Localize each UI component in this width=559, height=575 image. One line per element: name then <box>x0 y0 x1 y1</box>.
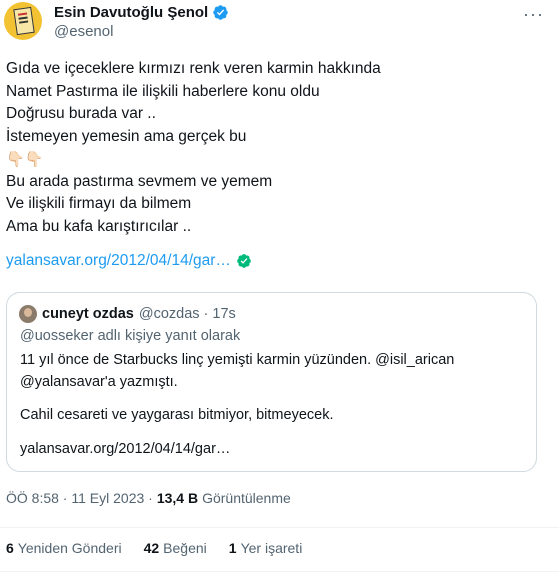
more-horizontal-icon[interactable]: ··· <box>523 4 544 25</box>
pointing-down-emoji: 👇🏻👇🏻 <box>6 148 546 171</box>
quoted-handle-time: @cozdas · 17s <box>138 306 236 322</box>
quoted-line: @yalansavar'a yazmıştı. <box>20 373 178 390</box>
likes-label: Beğeni <box>163 540 207 556</box>
bookmarks-stat[interactable]: 1 Yer işareti <box>229 540 303 556</box>
tweet-link[interactable]: yalansavar.org/2012/04/14/gar… <box>6 250 231 273</box>
divider <box>0 571 559 572</box>
pointing-down-icon: 👇🏻👇🏻 <box>6 150 44 168</box>
quoted-author-name[interactable]: cuneyt ozdas <box>42 306 134 322</box>
verified-badge-icon <box>213 4 228 20</box>
retweets-count: 6 <box>6 540 14 556</box>
quoted-link: yalansavar.org/2012/04/14/gar… <box>20 440 231 457</box>
retweets-label: Yeniden Gönderi <box>17 540 122 556</box>
engagement-stats: 6 Yeniden Gönderi 42 Beğeni 1 Yer işareti <box>6 540 302 556</box>
author-avatar[interactable] <box>4 2 42 40</box>
likes-count: 42 <box>143 540 160 556</box>
tweet-header: Esin Davutoğlu Şenol @esenol ··· <box>4 2 554 44</box>
safe-check-icon <box>237 254 251 269</box>
book-cover-image <box>13 6 35 36</box>
quoted-line: 11 yıl önce de Starbucks linç yemişti ka… <box>20 352 455 368</box>
tweet-line: Namet Pastırma ile ilişkili haberlere ko… <box>6 82 320 100</box>
author-name[interactable]: Esin Davutoğlu Şenol <box>54 4 208 21</box>
quoted-line: Cahil cesareti ve yaygarası bitmiyor, bi… <box>20 407 334 423</box>
tweet-line: Bu arada pastırma sevmem ve yemem <box>6 172 273 190</box>
author-handle[interactable]: @esenol <box>54 23 113 40</box>
tweet-line: Ama bu kafa karıştırıcılar .. <box>6 217 192 235</box>
quoted-author-avatar[interactable] <box>19 305 37 323</box>
quoted-reply-to: @uosseker adlı kişiye yanıt olarak <box>20 328 241 344</box>
tweet-timestamp[interactable]: ÖÖ 8:58 · 11 Eyl 2023 · <box>6 490 153 506</box>
retweets-stat[interactable]: 6 Yeniden Gönderi <box>6 540 122 556</box>
tweet-text: Gıda ve içeceklere kırmızı renk veren ka… <box>6 58 546 273</box>
tweet-line: Gıda ve içeceklere kırmızı renk veren ka… <box>6 60 381 77</box>
quoted-tweet[interactable]: cuneyt ozdas @cozdas · 17s @uosseker adl… <box>6 292 537 472</box>
views-count: 13,4 B <box>156 490 199 506</box>
divider <box>0 527 559 528</box>
tweet-line: İstemeyen yemesin ama gerçek bu <box>6 127 247 145</box>
tweet-line: Doğrusu burada var .. <box>6 105 156 122</box>
tweet-line: Ve ilişkili firmayı da bilmem <box>6 195 192 212</box>
likes-stat[interactable]: 42 Beğeni <box>144 540 207 556</box>
author-name-row: Esin Davutoğlu Şenol <box>54 2 229 22</box>
quoted-tweet-text: 11 yıl önce de Starbucks linç yemişti ka… <box>20 350 454 460</box>
bookmarks-count: 1 <box>228 540 237 556</box>
quoted-tweet-header: cuneyt ozdas @cozdas · 17s <box>19 305 236 323</box>
tweet-meta: ÖÖ 8:58 · 11 Eyl 2023 · 13,4 B Görüntüle… <box>6 490 291 506</box>
views-label: Görüntülenme <box>202 490 291 506</box>
tweet-link-row: yalansavar.org/2012/04/14/gar… <box>6 250 546 273</box>
bookmarks-label: Yer işareti <box>240 540 303 556</box>
